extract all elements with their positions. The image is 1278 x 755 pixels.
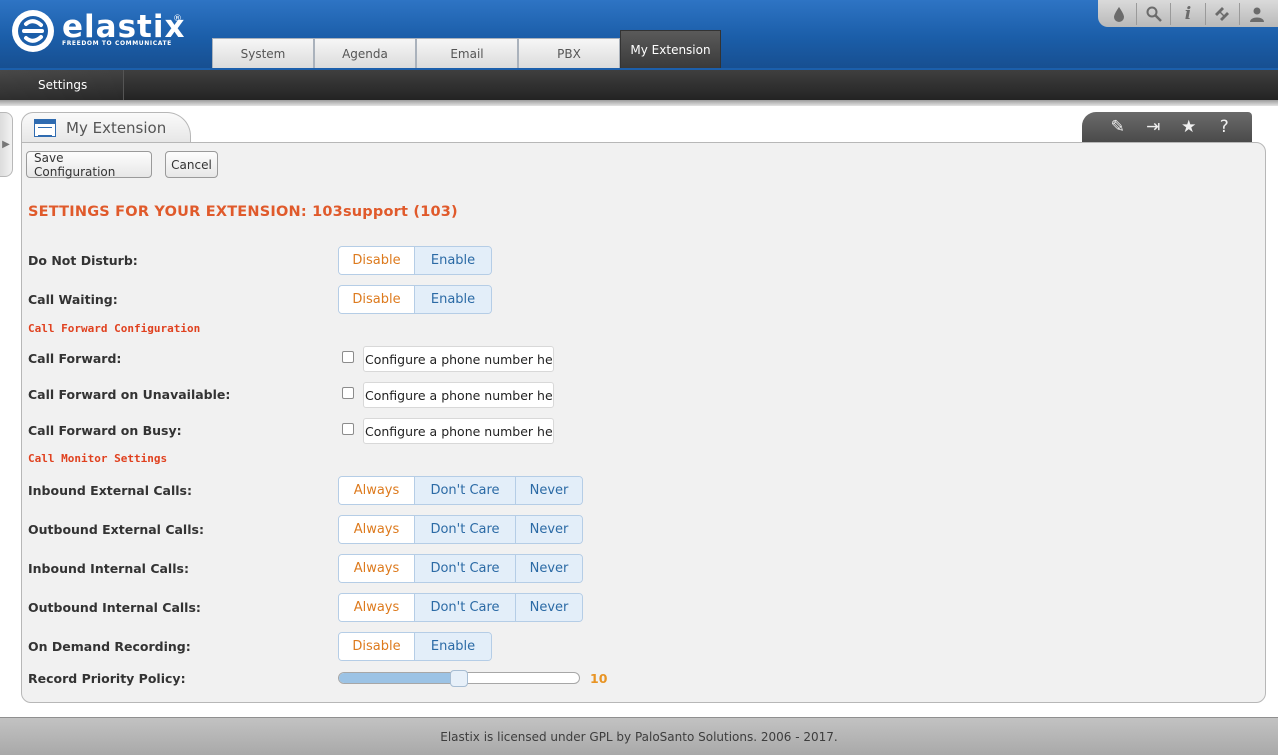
info-icon[interactable]: i [1174,3,1202,25]
call-forward-number-input[interactable] [363,346,554,372]
dnd-disable-option[interactable]: Disable [339,247,415,274]
call-forward-busy-row [342,418,554,444]
inbound-external-label: Inbound External Calls: [28,483,192,498]
toolbar-divider [1135,2,1137,25]
dnd-enable-option[interactable]: Enable [415,247,491,274]
call-forward-checkbox[interactable] [342,351,354,363]
call-forward-section-title: Call Forward Configuration [28,322,201,335]
elastix-logo-mark [12,10,54,52]
inbound-internal-dont-care-option[interactable]: Don't Care [415,555,516,582]
call-forward-label: Call Forward: [28,351,122,366]
sub-navigation: Settings [0,68,1278,100]
call-forward-busy-checkbox[interactable] [342,423,354,435]
record-priority-label: Record Priority Policy: [28,671,186,686]
tab-agenda[interactable]: Agenda [314,38,416,68]
call-waiting-label: Call Waiting: [28,292,118,307]
help-icon[interactable]: ? [1209,117,1239,137]
theme-icon[interactable] [1105,3,1133,25]
tab-pbx[interactable]: PBX [518,38,620,68]
inbound-external-toggle: Always Don't Care Never [338,476,583,505]
outbound-external-dont-care-option[interactable]: Don't Care [415,516,516,543]
top-toolbar: i [1098,0,1278,27]
tab-my-extension[interactable]: My Extension [620,30,721,68]
settings-panel [21,142,1266,703]
cancel-button[interactable]: Cancel [165,151,218,178]
slider-fill [339,673,459,683]
page-heading: SETTINGS FOR YOUR EXTENSION: 103support … [28,204,458,220]
search-icon[interactable] [1140,3,1168,25]
footer-license: Elastix is licensed under GPL by PaloSan… [0,717,1278,755]
call-monitor-section-title: Call Monitor Settings [28,452,168,465]
inbound-external-dont-care-option[interactable]: Don't Care [415,477,516,504]
on-demand-disable-option[interactable]: Disable [339,633,415,660]
outbound-external-always-option[interactable]: Always [339,516,415,543]
inbound-internal-label: Inbound Internal Calls: [28,561,189,576]
module-icon [34,119,56,137]
tab-email[interactable]: Email [416,38,518,68]
outbound-internal-never-option[interactable]: Never [516,594,582,621]
on-demand-enable-option[interactable]: Enable [415,633,491,660]
record-priority-slider[interactable] [338,670,580,687]
on-demand-recording-label: On Demand Recording: [28,639,191,654]
inbound-internal-never-option[interactable]: Never [516,555,582,582]
outbound-external-label: Outbound External Calls: [28,522,204,537]
record-priority-value: 10 [590,671,608,686]
panel-toolbar: ✎ ⇥ ★ ? [1082,112,1252,142]
logo-tagline: FREEDOM TO COMMUNICATE [62,40,172,47]
app-header: elastix ® FREEDOM TO COMMUNICATE System … [0,0,1278,68]
inbound-internal-always-option[interactable]: Always [339,555,415,582]
logo-wordmark: elastix [62,9,186,45]
subnav-item-settings[interactable]: Settings [0,70,124,100]
toolbar-divider [1204,2,1206,25]
call-waiting-toggle: Disable Enable [338,285,492,314]
panel-title-tab: My Extension [21,112,191,143]
call-forward-unavailable-number-input[interactable] [363,382,554,408]
call-forward-busy-number-input[interactable] [363,418,554,444]
main-tabs: System Agenda Email PBX My Extension [212,30,721,68]
tab-system[interactable]: System [212,38,314,68]
inbound-internal-toggle: Always Don't Care Never [338,554,583,583]
outbound-internal-label: Outbound Internal Calls: [28,600,201,615]
chevron-right-icon: ▶ [2,139,10,150]
toolbar-divider [1238,2,1240,25]
save-configuration-button[interactable]: Save Configuration [26,151,152,179]
edit-icon[interactable]: ✎ [1103,117,1133,137]
call-forward-unavailable-checkbox[interactable] [342,387,354,399]
outbound-external-never-option[interactable]: Never [516,516,582,543]
outbound-internal-always-option[interactable]: Always [339,594,415,621]
call-forward-busy-label: Call Forward on Busy: [28,423,182,438]
slider-handle[interactable] [450,670,468,687]
sidebar-toggle[interactable]: ▶ [0,112,13,177]
on-demand-recording-toggle: Disable Enable [338,632,492,661]
call-waiting-enable-option[interactable]: Enable [415,286,491,313]
toolbar-divider [1170,2,1172,25]
elastix-logo[interactable]: elastix ® FREEDOM TO COMMUNICATE [10,8,185,60]
call-forward-unavailable-row [342,382,554,408]
call-waiting-disable-option[interactable]: Disable [339,286,415,313]
call-forward-row [342,346,554,372]
header-shadow [0,100,1278,106]
call-forward-unavailable-label: Call Forward on Unavailable: [28,387,231,402]
inbound-external-always-option[interactable]: Always [339,477,415,504]
inbound-external-never-option[interactable]: Never [516,477,582,504]
addons-icon[interactable] [1208,3,1236,25]
dnd-label: Do Not Disturb: [28,253,138,268]
export-icon[interactable]: ⇥ [1138,117,1168,137]
panel-title: My Extension [66,119,167,137]
dnd-toggle: Disable Enable [338,246,492,275]
outbound-internal-dont-care-option[interactable]: Don't Care [415,594,516,621]
user-icon[interactable] [1243,3,1271,25]
star-icon[interactable]: ★ [1174,117,1204,137]
outbound-external-toggle: Always Don't Care Never [338,515,583,544]
outbound-internal-toggle: Always Don't Care Never [338,593,583,622]
logo-registered: ® [173,14,182,24]
